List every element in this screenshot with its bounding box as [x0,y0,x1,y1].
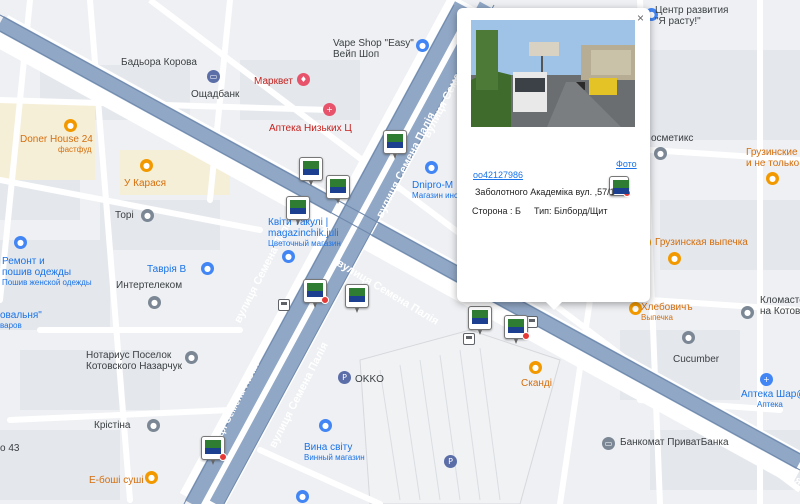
poi-tavria[interactable]: Таврія В [147,264,186,275]
poi-oschadbank[interactable]: Ощадбанк [191,89,239,100]
tool-store-icon[interactable]: ● [425,161,438,174]
poi-badora[interactable]: Бадьора Корова [121,57,197,68]
poi-dom43[interactable]: о 43 [0,443,19,454]
poi-klomaster[interactable]: Кломастерна Котовськ [760,295,800,317]
poi-eboshi[interactable]: Е-боші суші [89,475,144,486]
sewing-icon[interactable]: ● [14,236,27,249]
popup-tail [545,301,563,310]
poi-dnipro[interactable]: Dnipro-M Магазин инс [412,180,458,200]
pet-store-icon[interactable]: ♦ [297,73,310,86]
poi-remont[interactable]: Ремонт и пошив одежды Пошив женской одежды [2,256,92,287]
billboard-marker[interactable] [468,306,492,335]
billboard-marker[interactable] [504,315,530,344]
poi-intertelekom[interactable]: Интертелеком [116,280,182,291]
billboard-photo-image [471,20,635,127]
place-icon[interactable]: ● [141,209,154,222]
poi-okko[interactable]: OKKO [355,374,384,385]
billboard-address: Заболотного Академіка вул. ,57/1 [475,187,615,197]
map-canvas[interactable]: вулиця Семена Палія вулиця Семена Палія … [0,0,800,504]
fastfood-icon[interactable]: ● [64,119,77,132]
shopping-bag-icon[interactable]: ● [416,39,429,52]
billboard-photo[interactable] [471,20,635,127]
gas-station-icon[interactable]: P [338,371,351,384]
poi-notarius[interactable]: Нотариус Поселок Котовского Назарчук [86,350,182,372]
place-icon[interactable]: ● [185,351,198,364]
poi-kosmetiks[interactable]: осметикс [651,133,693,144]
restaurant-icon[interactable]: ● [145,471,158,484]
place-icon[interactable]: ● [682,331,695,344]
poi-tori[interactable]: Торі [115,210,134,221]
billboard-marker[interactable] [345,284,369,313]
billboard-marker[interactable] [303,279,329,308]
bakery-icon[interactable]: ● [668,252,681,265]
poi-bankomat[interactable]: Банкомат ПриватБанка [620,437,729,448]
billboard-side: Сторона : Б [472,206,521,216]
poi-rovalnya[interactable]: овальня" варов [0,310,42,330]
poi-kristina[interactable]: Крістіна [94,420,131,431]
place-icon[interactable]: ● [147,419,160,432]
parking-icon[interactable]: P [444,455,457,468]
poi-gruz-vypechka[interactable]: Грузинская выпечка [655,237,748,248]
flower-icon[interactable]: ● [282,250,295,263]
restaurant-icon[interactable]: ● [766,172,779,185]
bank-icon[interactable]: ▭ [207,70,220,83]
billboard-marker[interactable] [383,130,407,159]
restaurant-icon[interactable]: ● [140,159,153,172]
poi-gruzinskie[interactable]: Грузинские и не только [746,147,799,169]
billboard-marker[interactable] [201,436,227,465]
pharmacy-icon[interactable]: + [323,103,336,116]
place-icon[interactable]: ● [654,147,667,160]
restaurant-icon[interactable]: ● [529,361,542,374]
poi-hlebovich[interactable]: Хлебовичъ Выпечка [641,302,693,322]
billboard-marker[interactable] [286,196,310,225]
billboard-marker[interactable] [326,175,350,204]
poi-cucumber[interactable]: Cucumber [673,354,719,365]
bus-stop-icon[interactable] [278,299,290,311]
poi-center-razv[interactable]: Центр развития "Я расту!" [655,5,728,27]
cart-icon[interactable]: ● [201,262,214,275]
close-icon[interactable]: × [637,11,644,25]
poi-apteka-shar[interactable]: Аптека Шар@ Аптека [741,389,800,409]
atm-icon[interactable]: ▭ [602,437,615,450]
poi-kvity[interactable]: Квіти Такулі | magazinchik.juli Цветочный … [268,217,341,248]
poi-markvet[interactable]: Марквет [254,76,293,87]
photo-link[interactable]: Фото [616,159,637,169]
place-icon[interactable]: ● [148,296,161,309]
shopping-bag-icon[interactable]: ● [296,490,309,503]
poi-doner[interactable]: Doner House 24 фастфуд [20,134,93,154]
billboard-id-link[interactable]: oo42127986 [473,170,523,180]
place-icon[interactable]: ● [741,306,754,319]
poi-apteka[interactable]: Аптека Низьких Ц [269,123,352,134]
poi-skandi[interactable]: Сканді [521,378,552,389]
billboard-type: Тип: Білборд/Щит [534,206,608,216]
poi-vina[interactable]: Вина світу Винный магазин [304,442,365,462]
billboard-marker[interactable] [299,157,323,186]
bus-stop-icon[interactable] [463,333,475,345]
wine-icon[interactable]: ● [319,419,332,432]
billboard-info-popup: × oo42127986 Фото Заболотного Академіка … [457,8,650,310]
pharmacy-icon[interactable]: + [760,373,773,386]
poi-vape-shop[interactable]: Vape Shop "Easy" Вейп Шоп [333,38,414,60]
poi-u-karasya[interactable]: У Карася [124,178,166,189]
